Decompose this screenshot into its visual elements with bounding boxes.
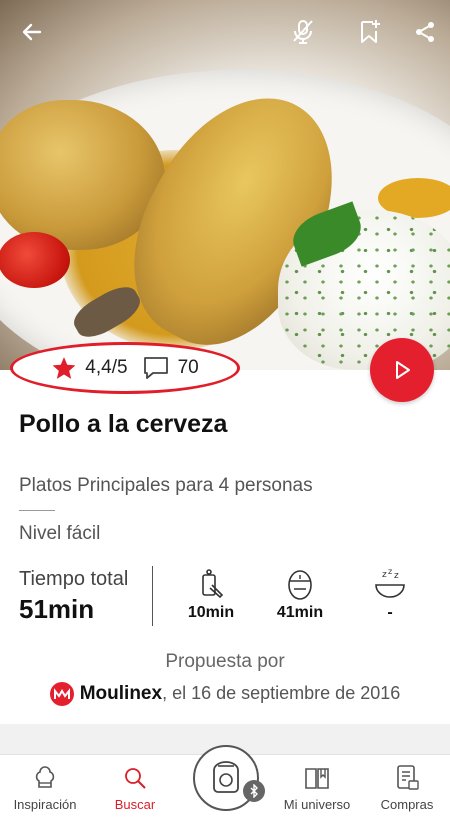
author-line: Moulinex, el 16 de septiembre de 2016 (0, 682, 450, 706)
play-icon (396, 361, 410, 379)
shopping-list-icon (397, 765, 419, 790)
comment-count: 70 (177, 357, 199, 378)
prep-time-value: 10min (187, 604, 235, 621)
svg-text:z: z (382, 570, 387, 580)
chef-hat-icon (35, 766, 55, 788)
nav-compras[interactable]: Compras (362, 763, 450, 812)
recipe-title: Pollo a la cerveza (19, 410, 228, 438)
total-time-label: Tiempo total (19, 568, 129, 590)
difficulty-level: Nivel fácil (19, 523, 101, 544)
svg-text:z: z (388, 567, 392, 576)
rating-value: 4,4/5 (85, 357, 128, 378)
bookmark-add-button[interactable] (354, 16, 386, 48)
nav-buscar[interactable]: Buscar (90, 763, 180, 812)
rating-summary[interactable]: 4,4/5 70 (10, 342, 240, 394)
share-icon (416, 22, 434, 42)
nav-label: Inspiración (13, 797, 77, 812)
voice-off-button[interactable] (287, 16, 319, 48)
cherry-tomato (0, 232, 70, 288)
search-icon (125, 768, 146, 789)
mic-off-icon (293, 20, 313, 44)
rest-time: z z z - (350, 566, 430, 622)
prep-time: 10min (171, 566, 251, 622)
bookmark-add-icon (361, 20, 380, 43)
nav-mi-universo[interactable]: Mi universo (272, 763, 362, 812)
timer-icon (288, 570, 312, 600)
back-arrow-icon (22, 23, 42, 41)
moulinex-logo-icon (49, 682, 74, 706)
book-icon (305, 768, 329, 789)
sleeping-bowl-icon: z z z (375, 567, 405, 598)
proposed-by-label: Propuesta por (165, 651, 285, 672)
svg-text:z: z (394, 571, 399, 581)
rest-time-value: - (387, 604, 393, 621)
recipe-category: Platos Principales para 4 personas (19, 475, 313, 496)
time-divider (152, 566, 153, 626)
cooker-device-icon (213, 761, 239, 793)
knife-board-icon (202, 569, 224, 599)
publish-date: , el 16 de septiembre de 2016 (162, 683, 401, 703)
cook-time-value: 41min (276, 604, 324, 621)
bluetooth-icon (243, 780, 265, 802)
star-icon (52, 357, 76, 379)
nav-label: Buscar (114, 797, 156, 812)
back-button[interactable] (16, 16, 48, 48)
nav-label: Mi universo (283, 797, 351, 812)
share-button[interactable] (409, 16, 441, 48)
comment-icon (143, 357, 168, 379)
top-bar (0, 0, 450, 64)
start-cooking-button[interactable] (370, 338, 434, 402)
total-time-value: 51min (19, 594, 95, 624)
cook-time: 41min (260, 566, 340, 622)
nav-label: Compras (380, 797, 434, 812)
divider (19, 510, 55, 511)
brand-link[interactable]: Moulinex (80, 683, 162, 704)
nav-inspiracion[interactable]: Inspiración (0, 763, 90, 812)
